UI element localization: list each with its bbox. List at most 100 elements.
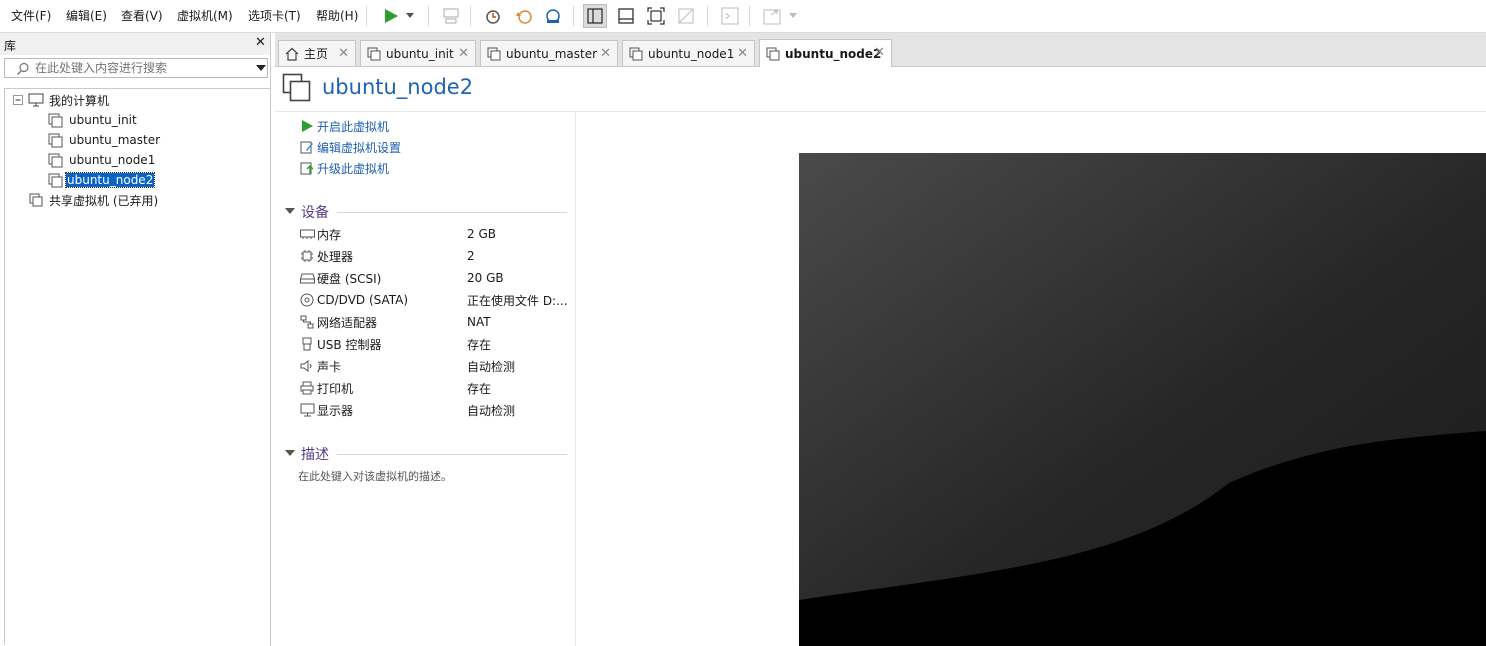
tab-vm[interactable]: ubuntu_init ✕ (360, 40, 476, 66)
console-icon (721, 7, 739, 25)
tab-strip: 主页 ✕ ubuntu_init ✕ ubuntu_master ✕ ubunt… (275, 33, 1486, 67)
chevron-down-icon (789, 13, 797, 18)
vm-large-icon (282, 73, 311, 102)
upgrade-icon (300, 162, 314, 175)
device-name: 处理器 (317, 249, 354, 264)
devices-section-header[interactable]: 设备 (285, 203, 567, 221)
menu-file[interactable]: 文件(F) (11, 7, 51, 24)
tree-label: 共享虚拟机 (已弃用) (49, 193, 159, 208)
section-title: 描述 (301, 447, 329, 463)
tree-item-vm[interactable]: ubuntu_master (48, 131, 161, 149)
device-name: USB 控制器 (317, 337, 382, 352)
power-on-vm-link[interactable]: 开启此虚拟机 (299, 117, 389, 135)
home-icon (285, 47, 299, 61)
snapshot-manager-icon (546, 9, 560, 23)
edit-settings-icon (300, 141, 313, 154)
snapshot-button[interactable] (481, 4, 505, 28)
device-name: 打印机 (317, 381, 354, 396)
show-thumbnail-bar-button[interactable] (614, 4, 638, 28)
vm-icon (367, 47, 381, 60)
tab-vm[interactable]: ubuntu_node1 ✕ (622, 40, 755, 66)
search-dropdown-icon[interactable] (256, 65, 266, 71)
tree-item-my-computer[interactable]: 我的计算机 (13, 91, 110, 109)
description-section-header[interactable]: 描述 (285, 445, 567, 463)
revert-snapshot-button[interactable] (512, 4, 536, 28)
device-value: 存在 (467, 381, 492, 396)
tree-item-vm[interactable]: ubuntu_init (48, 111, 138, 129)
computer-icon (28, 93, 44, 107)
library-search-input[interactable] (35, 60, 235, 76)
tab-close-icon[interactable]: ✕ (458, 46, 469, 61)
library-search-box[interactable] (4, 58, 268, 78)
tab-close-icon[interactable]: ✕ (338, 46, 349, 61)
device-name: 网络适配器 (317, 315, 378, 330)
vm-details-panel: 开启此虚拟机 编辑虚拟机设置 升级此虚拟机 设备 内存 2 GB 处理器 2 硬… (275, 112, 576, 646)
tab-vm[interactable]: ubuntu_master ✕ (480, 40, 618, 66)
sound-icon (300, 360, 312, 372)
device-row-display[interactable]: 显示器 自动检测 (299, 401, 569, 419)
snapshot-manager-button[interactable] (541, 4, 565, 28)
collapse-icon[interactable] (13, 95, 23, 105)
tab-close-icon[interactable]: ✕ (737, 46, 748, 61)
device-name: 内存 (317, 227, 342, 242)
toolbar-separator (428, 6, 429, 26)
unity-button[interactable] (674, 4, 698, 28)
device-value: 2 GB (467, 227, 496, 241)
collapse-triangle-icon (285, 450, 295, 456)
tab-close-icon[interactable]: ✕ (874, 45, 885, 60)
tab-close-icon[interactable]: ✕ (600, 46, 611, 61)
device-value: 自动检测 (467, 359, 516, 374)
tab-label: ubuntu_init (386, 46, 454, 61)
play-icon (302, 120, 313, 132)
chevron-down-icon (406, 13, 414, 18)
library-close-button[interactable]: ✕ (255, 35, 266, 50)
toolbar-separator (470, 6, 471, 26)
tab-home[interactable]: 主页 ✕ (278, 40, 356, 66)
collapse-triangle-icon (285, 208, 295, 214)
edit-vm-settings-link[interactable]: 编辑虚拟机设置 (299, 138, 401, 156)
show-library-button[interactable] (583, 4, 607, 28)
vm-header: ubuntu_node2 (275, 67, 1486, 112)
tree-item-vm[interactable]: ubuntu_node1 (48, 151, 156, 169)
full-screen-icon (647, 7, 665, 25)
send-ctrl-alt-del-button[interactable] (439, 4, 463, 28)
power-dropdown-button[interactable] (402, 4, 418, 28)
action-label: 升级此虚拟机 (317, 161, 390, 176)
section-title: 设备 (301, 205, 329, 221)
full-screen-button[interactable] (644, 4, 668, 28)
device-row-hard-disk[interactable]: 硬盘 (SCSI) 20 GB (299, 269, 569, 287)
unity-icon (678, 8, 694, 24)
device-row-printer[interactable]: 打印机 存在 (299, 379, 569, 397)
tree-item-vm-selected[interactable]: ubuntu_node2 (48, 171, 156, 189)
device-row-processor[interactable]: 处理器 2 (299, 247, 569, 265)
vm-screen-preview[interactable] (799, 153, 1486, 646)
device-name: 声卡 (317, 359, 342, 374)
tab-label: ubuntu_master (506, 46, 598, 61)
network-icon (300, 315, 314, 329)
vm-icon (487, 47, 501, 60)
tree-label: 我的计算机 (49, 93, 110, 108)
device-row-sound[interactable]: 声卡 自动检测 (299, 357, 569, 375)
stretch-guest-button[interactable] (760, 4, 784, 28)
menu-edit[interactable]: 编辑(E) (66, 7, 107, 24)
device-row-memory[interactable]: 内存 2 GB (299, 225, 569, 243)
tab-vm-active[interactable]: ubuntu_node2 ✕ (759, 39, 892, 67)
menu-tabs[interactable]: 选项卡(T) (248, 7, 301, 24)
menu-vm[interactable]: 虚拟机(M) (177, 7, 233, 24)
description-input[interactable]: 在此处键入对该虚拟机的描述。 (298, 468, 452, 484)
thumbnail-bar-icon (618, 8, 634, 24)
action-label: 开启此虚拟机 (317, 119, 390, 134)
menu-help[interactable]: 帮助(H) (316, 7, 358, 24)
console-view-button[interactable] (718, 4, 742, 28)
menu-view[interactable]: 查看(V) (121, 7, 163, 24)
cpu-icon (301, 250, 313, 262)
snapshot-icon (486, 10, 500, 24)
device-row-cd-dvd[interactable]: CD/DVD (SATA) 正在使用文件 D:... (299, 291, 569, 309)
device-row-usb[interactable]: USB 控制器 存在 (299, 335, 569, 353)
stretch-dropdown-button[interactable] (786, 4, 800, 28)
upgrade-vm-link[interactable]: 升级此虚拟机 (299, 159, 389, 177)
device-row-network[interactable]: 网络适配器 NAT (299, 313, 569, 331)
power-on-button[interactable] (379, 4, 403, 28)
vm-icon (48, 113, 63, 127)
tree-item-shared-vms[interactable]: 共享虚拟机 (已弃用) (29, 191, 159, 209)
